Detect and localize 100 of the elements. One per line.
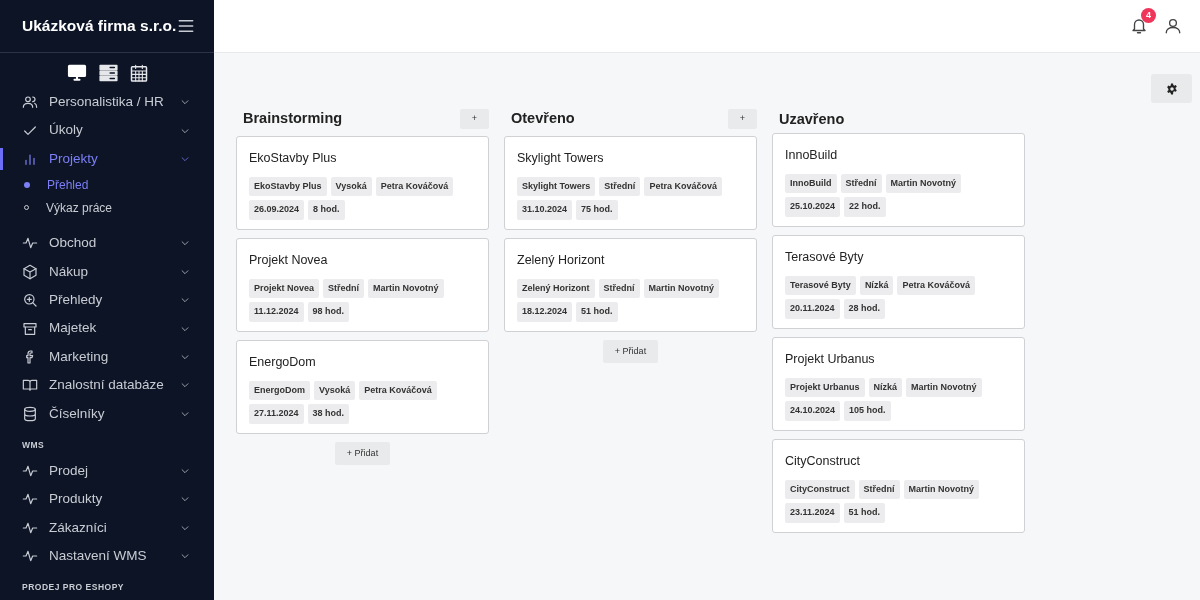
project-card[interactable]: Terasové Byty Terasové Byty Nízká Petra Kováčová 20.11.2024 28 hod.: [772, 235, 1025, 329]
add-button[interactable]: +: [460, 108, 489, 129]
brand-name: Ukázková firma s.r.o.: [22, 16, 177, 37]
project-card[interactable]: Skylight Towers Skylight Towers Střední Petra Kováčová 31.10.2024 75 hod.: [504, 135, 757, 230]
tag: 8 hod.: [308, 200, 345, 220]
project-card[interactable]: CityConstruct CityConstruct Střední Martin Novotný 23.11.2024 51 hod.: [772, 439, 1025, 533]
pulse-icon: [22, 548, 38, 564]
tag: Projekt Novea: [249, 278, 320, 298]
nav-item[interactable]: Číselníky: [0, 399, 214, 428]
bell-icon[interactable]: [1130, 17, 1148, 35]
tag: Petra Kováčová: [644, 176, 722, 196]
tag: 22 hod.: [844, 197, 886, 217]
tag: Vysoká: [330, 176, 372, 196]
tag: Střední: [323, 278, 365, 298]
add-card-button[interactable]: + Přidat: [602, 339, 659, 364]
tag: InnoBuild: [785, 173, 837, 194]
tag: Střední: [840, 173, 882, 194]
nav-subitem[interactable]: Výkaz práce: [0, 196, 214, 220]
nav-item[interactable]: Zákazníci: [0, 513, 214, 542]
nav-item[interactable]: Personalistika / HR: [0, 88, 214, 117]
nav-item[interactable]: Přehledy: [0, 285, 214, 315]
project-card[interactable]: InnoBuild InnoBuild Střední Martin Novotný 25.10.2024 22 hod.: [772, 133, 1025, 227]
tag: Martin Novotný: [368, 278, 444, 298]
server-icon[interactable]: [97, 63, 119, 83]
tag: Střední: [858, 479, 900, 500]
tag: 24.10.2024: [785, 401, 841, 421]
nav-item[interactable]: Prodej: [0, 456, 214, 486]
project-card[interactable]: EkoStavby Plus EkoStavby Plus Vysoká Petra Kováčová 26.09.2024 8 hod.: [236, 135, 489, 230]
card-title: EkoStavby Plus: [249, 149, 338, 167]
user-icon[interactable]: [1164, 17, 1182, 35]
nav-item[interactable]: Produkty: [0, 485, 214, 514]
tag: 25.10.2024: [785, 197, 841, 217]
zoom-in-icon: [22, 292, 38, 309]
tag: Nízká: [859, 275, 894, 296]
nav-item[interactable]: Majetek: [0, 314, 214, 343]
nav-item[interactable]: Marketing: [0, 342, 214, 372]
tag: Střední: [598, 278, 640, 298]
tag: Martin Novotný: [906, 377, 982, 398]
nav-item[interactable]: Nákup: [0, 257, 214, 286]
add-button[interactable]: +: [728, 108, 757, 129]
database-icon: [22, 405, 38, 422]
tag: 23.11.2024: [785, 503, 840, 523]
column-title: Brainstorming: [243, 109, 343, 128]
project-card[interactable]: Projekt Urbanus Projekt Urbanus Nízká Martin Novotný 24.10.2024 105 hod.: [772, 337, 1025, 431]
tag: Střední: [599, 176, 641, 196]
nav-item[interactable]: Obchod: [0, 229, 214, 258]
card-title: InnoBuild: [785, 147, 839, 164]
nav-item[interactable]: Znalostní databáze: [0, 371, 214, 400]
add-card-button[interactable]: + Přidat: [334, 441, 391, 466]
tag: 98 hod.: [307, 302, 350, 322]
card-title: Projekt Urbanus: [785, 351, 876, 368]
notification-count: 4: [1141, 8, 1156, 23]
nav-subitem[interactable]: Přehled: [0, 173, 214, 197]
card-title: Projekt Novea: [249, 251, 329, 269]
archive-icon: [22, 320, 38, 337]
card-title: Zelený Horizont: [517, 251, 606, 269]
column-title: Uzavřeno: [779, 109, 845, 129]
tag: 26.09.2024: [249, 200, 305, 220]
book-icon: [22, 377, 38, 394]
tag: Martin Novotný: [903, 479, 980, 500]
bullet-icon: [24, 181, 30, 188]
cube-icon: [22, 263, 38, 280]
tag: EnergoDom: [249, 380, 310, 400]
tag: 18.12.2024: [517, 302, 573, 322]
monitor-icon[interactable]: [65, 63, 88, 83]
section-heading: WMS: [21, 438, 46, 452]
tag: 28 hod.: [843, 299, 886, 319]
nav-item[interactable]: Nastavení WMS: [0, 541, 214, 571]
tag: 38 hod.: [307, 404, 350, 424]
project-card[interactable]: Zelený Horizont Zelený Horizont Střední Martin Novotný 18.12.2024 51 hod.: [504, 237, 757, 332]
settings-button[interactable]: [1151, 74, 1192, 103]
tag: Petra Kováčová: [359, 380, 437, 400]
card-title: EnergoDom: [249, 353, 317, 371]
tag: 27.11.2024: [249, 404, 304, 424]
nav-item[interactable]: Projekty: [0, 144, 214, 174]
tag: 51 hod.: [576, 302, 618, 322]
tag: 20.11.2024: [785, 299, 840, 319]
tag: 105 hod.: [844, 401, 891, 421]
calendar-icon[interactable]: [128, 63, 149, 84]
card-title: CityConstruct: [785, 453, 862, 470]
tag: Projekt Urbanus: [785, 377, 865, 398]
tag: 31.10.2024: [517, 200, 573, 220]
tag: Petra Kováčová: [375, 176, 454, 196]
tag: Vysoká: [314, 380, 356, 400]
tag: Skylight Towers: [517, 176, 596, 196]
tag: Martin Novotný: [643, 278, 720, 298]
tag: 51 hod.: [843, 503, 886, 523]
tag: Martin Novotný: [885, 173, 962, 194]
tag: CityConstruct: [785, 479, 855, 500]
tag: 75 hod.: [576, 200, 618, 220]
project-card[interactable]: Projekt Novea Projekt Novea Střední Martin Novotný 11.12.2024 98 hod.: [236, 237, 489, 332]
nav-item[interactable]: Úkoly: [0, 116, 214, 145]
column-title: Otevřeno: [511, 109, 575, 128]
settings-icon: [1165, 82, 1178, 95]
tag: Terasové Byty: [785, 275, 856, 296]
tag: EkoStavby Plus: [249, 176, 327, 196]
tag: Nízká: [868, 377, 903, 398]
project-card[interactable]: EnergoDom EnergoDom Vysoká Petra Kováčová 27.11.2024 38 hod.: [236, 339, 489, 434]
chevron-down-icon: [180, 551, 190, 561]
tag: Petra Kováčová: [897, 275, 975, 296]
